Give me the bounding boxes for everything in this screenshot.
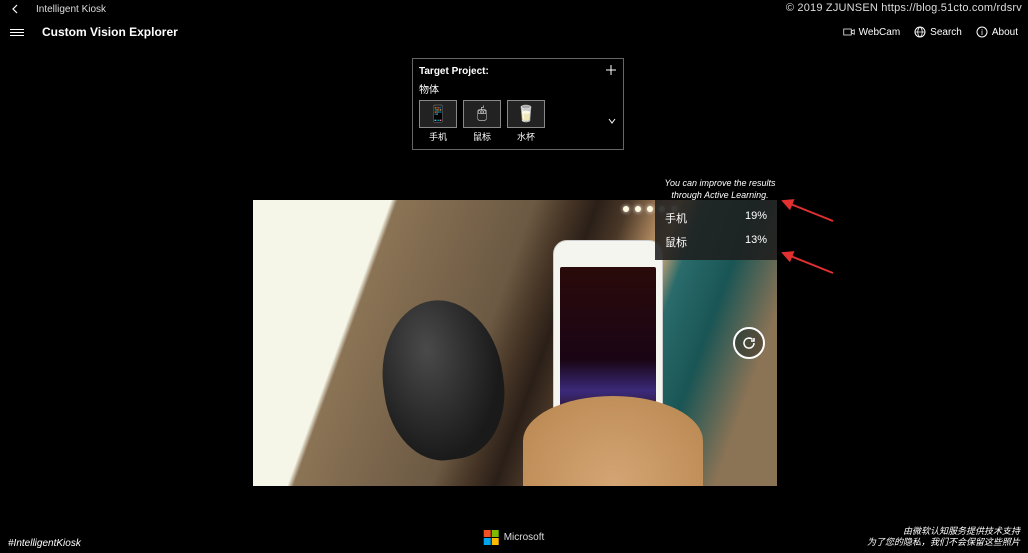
result-value: 13% [745,234,767,250]
webcam-label: WebCam [859,27,901,38]
search-label: Search [930,27,962,38]
mouse-thumb-label: 鼠标 [473,130,491,143]
footer-line2: 为了您的隐私，我们不会保留这些照片 [867,537,1020,549]
webcam-button[interactable]: WebCam [843,26,901,38]
microsoft-logo: Microsoft [484,530,545,545]
active-learning-line1: You can improve the results through Acti… [664,178,775,200]
microsoft-logo-icon [484,530,499,545]
result-label: 手机 [665,210,687,226]
result-row-phone: 手机 19% [665,206,767,230]
class-thumb-phone[interactable]: 📱 手机 [419,100,457,143]
camera-preview: 手机 19% 鼠标 13% [253,200,777,486]
info-icon: i [976,26,988,38]
add-project-button[interactable] [605,63,617,79]
mouse-thumb-icon: 🖱 [463,100,501,128]
footer-line1: 由微软认知服务提供技术支持 [867,526,1020,538]
about-button[interactable]: i About [976,26,1018,38]
class-thumb-mouse[interactable]: 🖱 鼠标 [463,100,501,143]
cup-thumb-label: 水杯 [517,130,535,143]
result-label: 鼠标 [665,234,687,250]
app-title: Intelligent Kiosk [36,4,106,15]
phone-thumb-label: 手机 [429,130,447,143]
globe-icon [914,26,926,38]
prediction-results-panel: 手机 19% 鼠标 13% [655,200,777,260]
copyright-watermark: © 2019 ZJUNSEN https://blog.51cto.com/rd… [786,2,1022,14]
detected-mouse-object [372,292,513,467]
result-row-mouse: 鼠标 13% [665,230,767,254]
annotation-arrow-1 [778,196,838,226]
back-button[interactable] [8,3,24,15]
svg-text:i: i [981,28,983,37]
refresh-icon [741,335,757,351]
search-button[interactable]: Search [914,26,962,38]
footer-disclaimer: 由微软认知服务提供技术支持 为了您的隐私，我们不会保留这些照片 [867,526,1020,549]
class-thumb-cup[interactable]: 🥛 水杯 [507,100,545,143]
hashtag-label: #IntelligentKiosk [8,538,81,549]
target-project-label: Target Project: [419,66,489,77]
hand-decor [523,396,703,486]
camera-icon [843,26,855,38]
phone-thumb-icon: 📱 [419,100,457,128]
microsoft-logo-text: Microsoft [504,532,545,543]
hamburger-menu-icon[interactable] [10,29,24,36]
annotation-arrow-2 [778,248,838,278]
expand-classes-button[interactable] [607,113,617,131]
target-project-panel: Target Project: 物体 📱 手机 🖱 鼠标 🥛 水杯 [412,58,624,150]
about-label: About [992,27,1018,38]
refresh-button[interactable] [733,327,765,359]
result-value: 19% [745,210,767,226]
page-title: Custom Vision Explorer [42,25,178,39]
project-name: 物体 [419,81,617,96]
cup-thumb-icon: 🥛 [507,100,545,128]
